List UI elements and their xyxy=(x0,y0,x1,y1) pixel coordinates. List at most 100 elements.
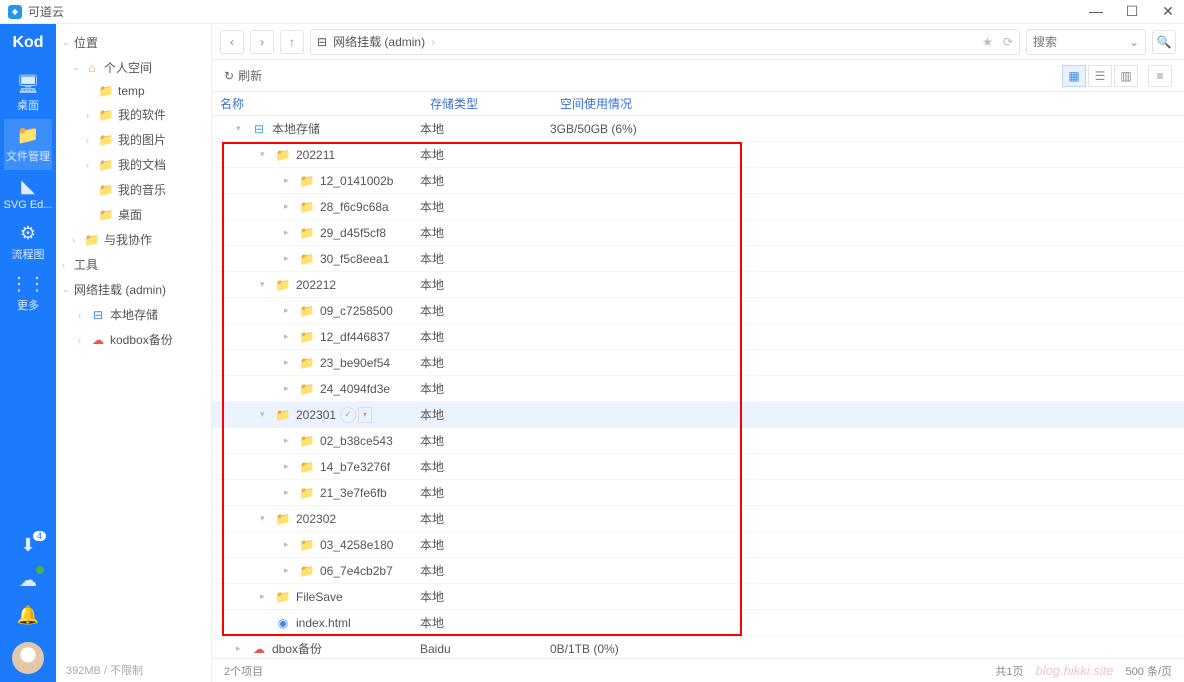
row-type: 本地 xyxy=(420,250,550,267)
table-row[interactable]: ▸📁03_4258e180本地 xyxy=(212,532,1184,558)
nav-forward-button[interactable]: › xyxy=(250,30,274,54)
view-columns-button[interactable]: ▥ xyxy=(1114,65,1138,87)
tree-label: 网络挂载 (admin) xyxy=(74,281,166,298)
view-list-button[interactable]: ☰ xyxy=(1088,65,1112,87)
expand-arrow-icon[interactable]: ▸ xyxy=(284,305,298,316)
tree-kodbox[interactable]: ›☁kodbox备份 xyxy=(56,327,211,352)
rail-item-0[interactable]: 🖥桌面 xyxy=(4,68,53,119)
close-button[interactable]: ✕ xyxy=(1160,3,1176,20)
expand-arrow-icon[interactable]: ▾ xyxy=(260,409,274,420)
table-row[interactable]: ▸📁21_3e7fe6fb本地 xyxy=(212,480,1184,506)
tree-netmount[interactable]: ⌄网络挂载 (admin) xyxy=(56,277,211,302)
avatar[interactable] xyxy=(12,642,44,674)
minimize-button[interactable]: — xyxy=(1088,3,1104,20)
status-perpage[interactable]: 500 条/页 xyxy=(1126,663,1172,679)
refresh-button[interactable]: ↻刷新 xyxy=(224,67,262,84)
row-name: 14_b7e3276f xyxy=(320,460,390,474)
search-input[interactable] xyxy=(1033,35,1123,49)
expand-arrow-icon[interactable]: ▸ xyxy=(284,383,298,394)
folder-icon: 📁 xyxy=(298,356,316,370)
cloud-sync-button[interactable]: ☁ xyxy=(0,564,56,599)
search-box[interactable]: ⌄ xyxy=(1026,29,1146,55)
col-name[interactable]: 名称 xyxy=(220,95,430,112)
table-row[interactable]: ▸📁12_0141002b本地 xyxy=(212,168,1184,194)
col-usage[interactable]: 空间使用情况 xyxy=(560,95,1184,112)
download-button[interactable]: ⬇ xyxy=(0,529,56,564)
table-row[interactable]: ▸📁02_b38ce543本地 xyxy=(212,428,1184,454)
table-row[interactable]: ▾📁202211本地 xyxy=(212,142,1184,168)
drive-icon: ⊟ xyxy=(250,122,268,136)
expand-arrow-icon[interactable]: ▸ xyxy=(284,487,298,498)
expand-arrow-icon[interactable]: ▸ xyxy=(284,357,298,368)
tree-item-0[interactable]: 📁temp xyxy=(56,80,211,102)
expand-arrow-icon[interactable]: ▸ xyxy=(260,591,274,602)
search-button[interactable]: 🔍 xyxy=(1152,30,1176,54)
expand-arrow-icon[interactable]: ▸ xyxy=(284,565,298,576)
table-row[interactable]: ▸📁29_d45f5cf8本地 xyxy=(212,220,1184,246)
table-row[interactable]: ▸📁23_be90ef54本地 xyxy=(212,350,1184,376)
table-row[interactable]: ▾📁202302本地 xyxy=(212,506,1184,532)
expand-arrow-icon[interactable]: ▸ xyxy=(284,175,298,186)
expand-arrow-icon[interactable]: ▸ xyxy=(284,253,298,264)
rail-item-2[interactable]: ◣SVG Ed... xyxy=(4,170,53,217)
tree-item-4[interactable]: 📁我的音乐 xyxy=(56,177,211,202)
table-row[interactable]: ▸📁30_f5c8eea1本地 xyxy=(212,246,1184,272)
table-row[interactable]: ▸📁24_4094fd3e本地 xyxy=(212,376,1184,402)
tree-localstore[interactable]: ›⊟本地存储 xyxy=(56,302,211,327)
table-row[interactable]: ▾📁202212本地 xyxy=(212,272,1184,298)
table-row[interactable]: ▸📁06_7e4cb2b7本地 xyxy=(212,558,1184,584)
reload-button[interactable]: ⟳ xyxy=(1003,35,1013,49)
view-icons-button[interactable]: ▦ xyxy=(1062,65,1086,87)
tree-item-5[interactable]: 📁桌面 xyxy=(56,202,211,227)
maximize-button[interactable]: ☐ xyxy=(1124,3,1140,20)
tree-tools[interactable]: ›工具 xyxy=(56,252,211,277)
expand-arrow-icon[interactable]: ▸ xyxy=(236,643,250,654)
table-row[interactable]: ▸📁14_b7e3276f本地 xyxy=(212,454,1184,480)
table-row[interactable]: ▾⊟本地存储本地3GB/50GB (6%) xyxy=(212,116,1184,142)
tree-item-3[interactable]: ›📁我的文档 xyxy=(56,152,211,177)
table-row[interactable]: ◉index.html本地 xyxy=(212,610,1184,636)
dropdown-icon[interactable]: ▾ xyxy=(358,407,372,423)
rail-item-4[interactable]: ⋮⋮更多 xyxy=(4,268,53,319)
expand-arrow-icon[interactable]: ▾ xyxy=(260,149,274,160)
table-row[interactable]: ▸☁dbox备份Baidu0B/1TB (0%) xyxy=(212,636,1184,658)
search-dropdown-icon[interactable]: ⌄ xyxy=(1129,35,1139,49)
breadcrumb[interactable]: ⊟ 网络挂载 (admin) › ★ ⟳ xyxy=(310,29,1020,55)
tree-location-root[interactable]: ⌄位置 xyxy=(56,30,211,55)
tree-collab[interactable]: ›📁与我协作 xyxy=(56,227,211,252)
expand-arrow-icon[interactable]: ▸ xyxy=(284,461,298,472)
rail-item-1[interactable]: 📁文件管理 xyxy=(4,119,53,170)
rail-item-label: 桌面 xyxy=(17,100,39,112)
row-type: 本地 xyxy=(420,380,550,397)
table-row[interactable]: ▸📁09_c7258500本地 xyxy=(212,298,1184,324)
row-type: Baidu xyxy=(420,642,550,656)
table-row[interactable]: ▸📁FileSave本地 xyxy=(212,584,1184,610)
nav-up-button[interactable]: ↑ xyxy=(280,30,304,54)
row-type: 本地 xyxy=(420,562,550,579)
table-row[interactable]: ▸📁12_df446837本地 xyxy=(212,324,1184,350)
tree-item-1[interactable]: ›📁我的软件 xyxy=(56,102,211,127)
refresh-icon: ↻ xyxy=(224,69,234,83)
rail-item-3[interactable]: ⚙流程图 xyxy=(4,217,53,268)
check-icon[interactable]: ✓ xyxy=(340,407,356,423)
table-row[interactable]: ▾📁202301✓▾本地 xyxy=(212,402,1184,428)
table-row[interactable]: ▸📁28_f6c9c68a本地 xyxy=(212,194,1184,220)
expand-arrow-icon[interactable]: ▾ xyxy=(236,123,250,134)
star-button[interactable]: ★ xyxy=(982,35,993,49)
expand-arrow-icon[interactable]: ▸ xyxy=(284,331,298,342)
notifications-button[interactable]: 🔔 xyxy=(0,599,56,634)
tree-item-2[interactable]: ›📁我的图片 xyxy=(56,127,211,152)
row-name: dbox备份 xyxy=(272,640,322,657)
nav-back-button[interactable]: ‹ xyxy=(220,30,244,54)
tree-item-label: 我的音乐 xyxy=(118,181,166,198)
tree-label: 与我协作 xyxy=(104,231,152,248)
view-details-button[interactable]: ≡ xyxy=(1148,65,1172,87)
expand-arrow-icon[interactable]: ▸ xyxy=(284,201,298,212)
tree-personal-space[interactable]: ⌄⌂个人空间 xyxy=(56,55,211,80)
col-type[interactable]: 存储类型 xyxy=(430,95,560,112)
expand-arrow-icon[interactable]: ▾ xyxy=(260,513,274,524)
expand-arrow-icon[interactable]: ▸ xyxy=(284,435,298,446)
expand-arrow-icon[interactable]: ▾ xyxy=(260,279,274,290)
expand-arrow-icon[interactable]: ▸ xyxy=(284,539,298,550)
expand-arrow-icon[interactable]: ▸ xyxy=(284,227,298,238)
